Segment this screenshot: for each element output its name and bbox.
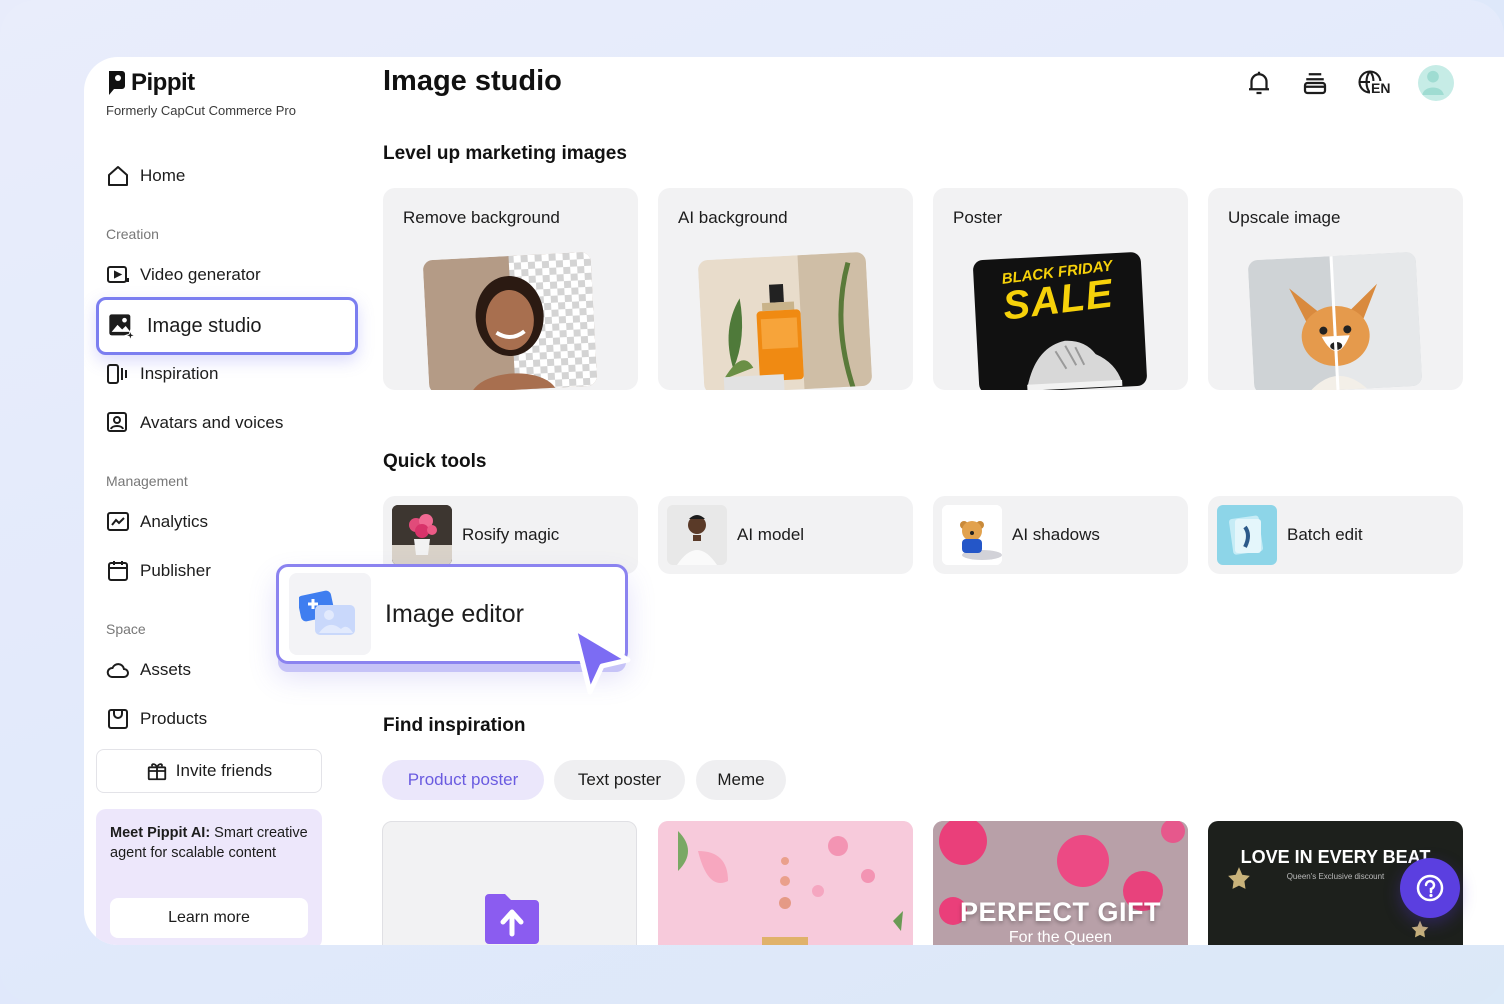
- section-label-space: Space: [106, 621, 146, 637]
- image-editor-icon: [289, 573, 371, 655]
- sidebar-item-image-studio[interactable]: Image studio: [96, 297, 358, 355]
- avatar-voice-icon: [107, 412, 127, 432]
- sidebar-item-label: Assets: [140, 660, 192, 679]
- section-label-management: Management: [106, 473, 188, 489]
- batch-edit-tool[interactable]: Batch edit: [1208, 496, 1463, 574]
- sidebar-item-label: Inspiration: [140, 364, 219, 383]
- sidebar-item-label: Video generator: [140, 265, 261, 284]
- sidebar-item-products[interactable]: Products: [106, 705, 207, 733]
- tool-label: Rosify magic: [462, 525, 560, 544]
- sidebar-item-analytics[interactable]: Analytics: [106, 508, 208, 536]
- inspiration-card-title: PERFECT GIFT: [960, 897, 1161, 927]
- star-icon: [1228, 867, 1250, 889]
- card-title: Poster: [953, 208, 1003, 227]
- image-editor-label: Image editor: [385, 599, 524, 628]
- sidebar-item-label: Home: [140, 166, 186, 185]
- learn-more-button[interactable]: Learn more: [110, 898, 308, 938]
- invite-friends-label: Invite friends: [175, 761, 273, 780]
- sidebar-item-avatars[interactable]: Avatars and voices: [106, 409, 283, 437]
- sidebar-item-label: Image studio: [147, 314, 262, 337]
- inspiration-card-rose[interactable]: [658, 821, 913, 945]
- invite-friends-button[interactable]: Invite friends: [96, 749, 322, 793]
- stack-icon[interactable]: [1300, 68, 1330, 98]
- batch-edit-thumbnail: [1217, 505, 1277, 565]
- ai-model-thumbnail: [667, 505, 727, 565]
- app-frame: Pippit Formerly CapCut Commerce Pro Home…: [0, 0, 1504, 1004]
- image-studio-icon: [109, 314, 135, 340]
- marketing-section-title: Level up marketing images: [383, 143, 627, 164]
- brand-name: Pippit: [131, 69, 195, 96]
- gift-icon: [147, 763, 166, 781]
- cursor-arrow-icon: [571, 625, 631, 695]
- promo-text: Meet Pippit AI: Smart creative agent for…: [110, 825, 308, 861]
- upscale-image-card[interactable]: Upscale image: [1208, 188, 1463, 390]
- sidebar-item-publisher[interactable]: Publisher: [106, 557, 211, 585]
- card-title: Upscale image: [1228, 208, 1341, 227]
- promo-card: Meet Pippit AI: Smart creative agent for…: [96, 809, 322, 945]
- sidebar-item-assets[interactable]: Assets: [106, 656, 191, 684]
- card-title: Remove background: [403, 208, 560, 227]
- video-generator-icon: [107, 266, 129, 283]
- ai-model-tool[interactable]: AI model: [658, 496, 913, 574]
- question-icon: [1416, 874, 1444, 902]
- app-window: Pippit Formerly CapCut Commerce Pro Home…: [84, 57, 1504, 945]
- card-title: AI background: [678, 208, 788, 227]
- remove-background-preview: [422, 251, 598, 390]
- poster-preview: BLACK FRIDAY SALE: [972, 251, 1148, 390]
- analytics-icon: [107, 512, 129, 531]
- sidebar-item-inspiration[interactable]: Inspiration: [106, 360, 218, 388]
- sidebar-item-label: Products: [140, 709, 208, 728]
- filter-text-poster[interactable]: Text poster: [554, 760, 685, 800]
- ai-shadows-tool[interactable]: AI shadows: [933, 496, 1188, 574]
- rosify-magic-thumbnail: [392, 505, 452, 565]
- filter-product-poster[interactable]: Product poster: [382, 760, 544, 800]
- sidebar-item-label: Analytics: [140, 512, 209, 531]
- page-title: Image studio: [383, 65, 562, 97]
- star-icon: [1411, 920, 1429, 938]
- bell-icon[interactable]: [1244, 68, 1274, 98]
- sidebar-item-home[interactable]: Home: [106, 162, 185, 190]
- user-avatar[interactable]: [1418, 65, 1454, 101]
- poster-card[interactable]: Poster BLACK FRIDAY SALE: [933, 188, 1188, 390]
- help-button[interactable]: [1400, 858, 1460, 918]
- ai-shadows-thumbnail: [942, 505, 1002, 565]
- filter-meme[interactable]: Meme: [696, 760, 786, 800]
- cloud-icon: [106, 663, 129, 678]
- brand-subtitle: Formerly CapCut Commerce Pro: [106, 103, 296, 118]
- find-inspiration-title: Find inspiration: [383, 715, 526, 736]
- product-box-icon: [108, 709, 128, 729]
- sidebar-item-label: Avatars and voices: [140, 413, 284, 432]
- inspiration-card-subtitle: For the Queen: [1008, 929, 1113, 945]
- calendar-icon: [108, 561, 128, 581]
- user-icon: [1422, 70, 1444, 95]
- upload-folder-icon: [485, 894, 539, 944]
- top-toolbar: EN: [1244, 65, 1454, 101]
- rosify-magic-tool[interactable]: Rosify magic: [383, 496, 638, 574]
- inspiration-icon: [107, 364, 127, 384]
- tool-label: AI model: [737, 525, 805, 544]
- language-code: EN: [1370, 80, 1392, 96]
- sidebar-item-label: Publisher: [140, 561, 211, 580]
- upscale-image-preview: [1247, 251, 1423, 390]
- ai-background-preview: [697, 251, 873, 390]
- language-selector[interactable]: EN: [1356, 68, 1392, 98]
- remove-background-card[interactable]: Remove background: [383, 188, 638, 390]
- brand-logo[interactable]: Pippit: [106, 69, 195, 97]
- inspiration-card-perfect-gift[interactable]: PERFECT GIFT For the Queen: [933, 821, 1188, 945]
- quick-tools-title: Quick tools: [383, 451, 487, 472]
- upload-card[interactable]: [382, 821, 637, 945]
- sidebar-item-video-generator[interactable]: Video generator: [106, 261, 261, 289]
- tool-label: Batch edit: [1287, 525, 1363, 544]
- home-icon: [108, 166, 128, 186]
- section-label-creation: Creation: [106, 226, 159, 242]
- tool-label: AI shadows: [1012, 525, 1100, 544]
- pippit-logo-icon: [106, 71, 125, 95]
- ai-background-card[interactable]: AI background: [658, 188, 913, 390]
